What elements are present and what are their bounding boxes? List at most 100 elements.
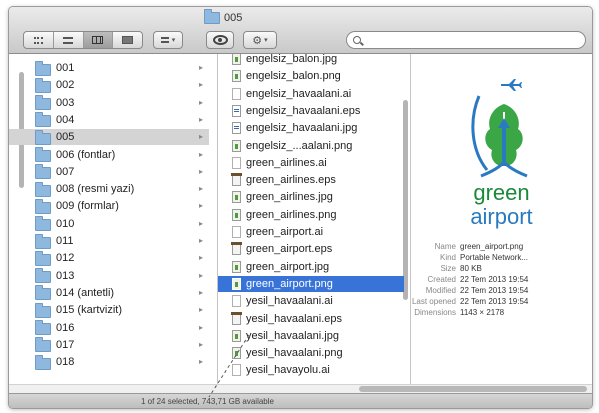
file-row[interactable]: green_airport.ai [218, 224, 404, 240]
quick-look-button[interactable] [206, 31, 234, 49]
file-row[interactable]: green_airlines.jpg [218, 189, 404, 205]
file-row[interactable]: yesil_havaalani.jpg [218, 328, 404, 344]
file-icon [232, 208, 241, 221]
cover-flow-icon [122, 36, 134, 44]
cover-flow-button[interactable] [113, 32, 142, 48]
file-row[interactable]: green_airlines.ai [218, 155, 404, 171]
search-field[interactable] [346, 31, 586, 49]
folder-row[interactable]: 012 ▸ [9, 250, 209, 266]
info-value: Portable Network... [460, 253, 529, 262]
folder-icon [204, 9, 220, 24]
file-row[interactable]: green_airport.jpg [218, 259, 404, 275]
folder-row[interactable]: 003 ▸ [9, 95, 209, 111]
file-icon [232, 70, 241, 83]
folder-row[interactable]: 006 (fontlar) ▸ [9, 147, 209, 163]
file-row[interactable]: engelsiz_...aalani.png [218, 138, 404, 154]
folder-row[interactable]: 015 (kartvizit) ▸ [9, 302, 209, 318]
folder-name: 004 [56, 113, 75, 126]
folder-row[interactable]: 008 (resmi yazi) ▸ [9, 181, 209, 197]
icon-view-button[interactable] [24, 32, 54, 48]
folder-row[interactable]: 017 ▸ [9, 337, 209, 353]
file-row[interactable]: engelsiz_havaalani.ai [218, 86, 404, 102]
folder-row[interactable]: 014 (antetli) ▸ [9, 285, 209, 301]
folder-name: 011 [56, 235, 74, 247]
folder-row[interactable]: 013 ▸ [9, 268, 209, 284]
arrange-button[interactable]: ▾ [153, 31, 183, 49]
arrange-chevron-icon: ▾ [171, 37, 176, 44]
file-icon [232, 226, 241, 238]
icon-view-icon [33, 36, 43, 44]
folder-name: 010 [56, 217, 75, 230]
folder-row[interactable]: 018 ▸ [9, 354, 209, 370]
file-name: engelsiz_havaalani.jpg [246, 122, 358, 135]
file-row[interactable]: engelsiz_balon.png [218, 68, 404, 84]
file-row[interactable]: yesil_havayolu.ai [218, 362, 404, 378]
arrange-icon [160, 37, 169, 43]
chevron-right-icon: ▸ [198, 132, 203, 142]
file-icon [231, 311, 242, 325]
file-icon [232, 347, 241, 360]
horizontal-scrollbar[interactable] [9, 384, 592, 393]
file-icon [232, 260, 241, 273]
folder-row[interactable]: 011 ▸ [9, 233, 209, 249]
folder-icon [35, 285, 51, 301]
chevron-right-icon: ▸ [198, 114, 203, 124]
chevron-right-icon: ▸ [198, 305, 203, 315]
chevron-right-icon: ▸ [198, 253, 203, 263]
file-row[interactable]: yesil_havaalani.eps [218, 311, 404, 327]
file-row[interactable]: yesil_havaalani.png [218, 345, 404, 361]
folder-icon [35, 198, 51, 214]
folder-row[interactable]: 016 ▸ [9, 320, 209, 336]
file-name: engelsiz_balon.png [246, 70, 341, 83]
folder-icon [35, 77, 51, 93]
file-name: yesil_havaalani.eps [246, 312, 343, 325]
file-icon [232, 87, 241, 100]
folder-row[interactable]: 007 ▸ [9, 164, 209, 180]
folder-name: 003 [56, 96, 75, 109]
file-icon [232, 122, 241, 135]
file-name: yesil_havaalani.png [246, 347, 343, 360]
file-column: engelsiz_balon.jpg engelsiz_balon.pngenge… [218, 54, 411, 384]
folder-icon [35, 233, 51, 249]
file-row[interactable]: yesil_havaalani.ai [218, 293, 404, 309]
chevron-right-icon: ▸ [198, 236, 203, 245]
folder-row[interactable]: 009 (formlar) ▸ [9, 198, 209, 214]
folder-name: 016 [56, 321, 75, 334]
folder-row[interactable]: 001 ▸ [9, 60, 209, 76]
preview-column: green airport Name green_airport.png Kind P… [411, 54, 592, 384]
status-bar: 1 of 24 selected, 743,71 GB available [9, 393, 592, 408]
info-value: green_airport.png [460, 242, 524, 251]
file-row[interactable]: green_airport.png [218, 275, 404, 292]
file-row[interactable]: engelsiz_havaalani.jpg [218, 120, 404, 136]
chevron-right-icon: ▸ [198, 63, 203, 72]
folder-row[interactable]: 005 ▸ [9, 129, 209, 146]
folder-row[interactable]: 002 ▸ [9, 77, 209, 93]
folder-icon [35, 181, 51, 197]
action-button[interactable]: ⚙ ▾ [243, 31, 277, 49]
folder-row[interactable]: 004 ▸ [9, 112, 209, 128]
file-name: green_airport.png [246, 277, 333, 290]
file-row[interactable]: green_airlines.eps [218, 172, 404, 188]
horizontal-scroll-thumb[interactable] [359, 386, 587, 392]
file-name: engelsiz_havaalani.eps [246, 104, 361, 117]
chevron-right-icon: ▸ [198, 322, 203, 332]
folder-icon [35, 95, 51, 111]
file-icon [232, 191, 241, 204]
chevron-right-icon: ▸ [198, 218, 203, 228]
search-input[interactable] [365, 33, 569, 47]
folder-icon [35, 337, 51, 353]
list-view-button[interactable] [54, 32, 84, 48]
chevron-right-icon: ▸ [198, 149, 203, 159]
list-view-icon [63, 36, 74, 44]
file-row[interactable]: engelsiz_balon.jpg [218, 54, 404, 67]
file-row[interactable]: green_airport.eps [218, 241, 404, 257]
column-view-button[interactable] [83, 32, 114, 48]
folder-name: 006 (fontlar) [56, 148, 116, 161]
chevron-right-icon: ▸ [198, 270, 203, 280]
file-row[interactable]: green_airlines.png [218, 207, 404, 223]
file-name: green_airlines.jpg [246, 191, 333, 204]
file-icon [232, 54, 241, 65]
file-row[interactable]: engelsiz_havaalani.eps [218, 103, 404, 119]
info-label: Created [427, 275, 456, 284]
folder-row[interactable]: 010 ▸ [9, 216, 209, 232]
